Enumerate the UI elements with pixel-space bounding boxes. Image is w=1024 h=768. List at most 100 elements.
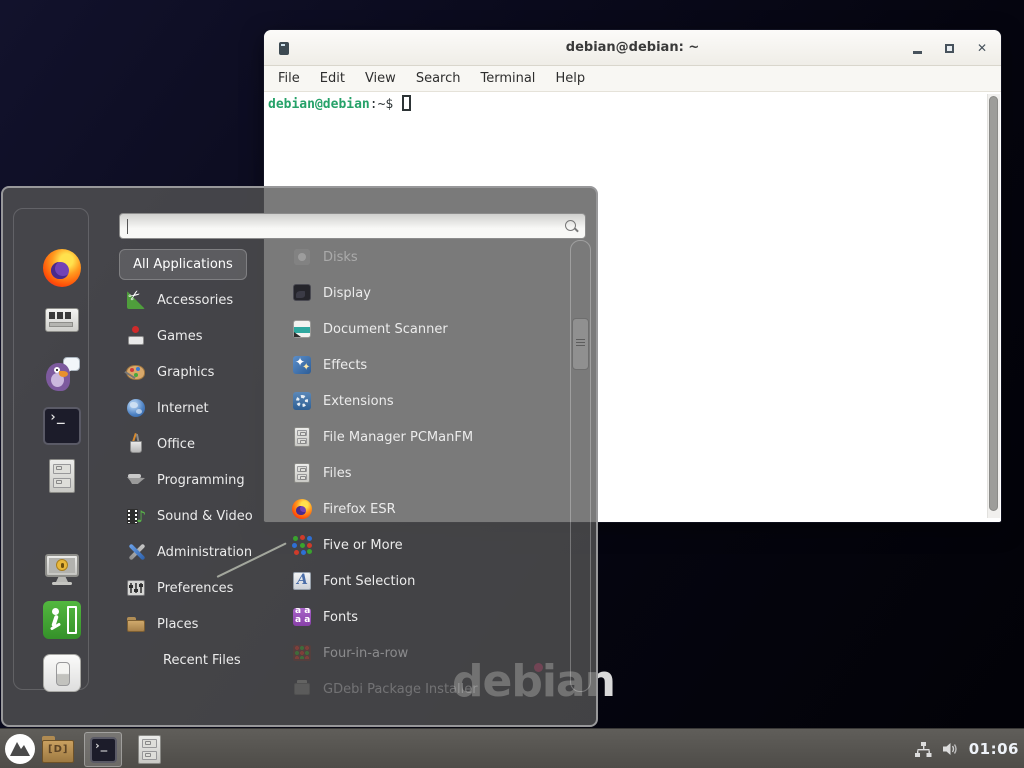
start-menu: All Applications Accessories Games Graph… xyxy=(1,186,598,727)
app-five-or-more[interactable]: Five or More xyxy=(287,527,559,563)
file-manager-icon xyxy=(291,426,313,448)
scanner-icon xyxy=(291,318,313,340)
menu-search[interactable]: Search xyxy=(406,71,471,86)
category-label: Recent Files xyxy=(163,653,241,668)
category-recent-files[interactable]: Recent Files xyxy=(119,642,291,678)
app-font-selection[interactable]: A Font Selection xyxy=(287,563,559,599)
volume-icon[interactable] xyxy=(941,740,960,758)
category-label: Programming xyxy=(157,473,245,488)
category-label: Office xyxy=(157,437,195,452)
category-label: Places xyxy=(157,617,198,632)
app-label: Fonts xyxy=(323,610,358,625)
terminal-prompt-line: debian@debian:~$ xyxy=(268,95,997,112)
network-icon[interactable] xyxy=(914,740,932,758)
terminal-window-title: debian@debian: ~ xyxy=(264,30,1001,66)
app-label: Extensions xyxy=(323,394,394,409)
category-all-applications[interactable]: All Applications xyxy=(119,249,247,280)
app-fonts[interactable]: a aa a Fonts xyxy=(287,599,559,635)
app-label: Font Selection xyxy=(323,574,415,589)
menu-file[interactable]: File xyxy=(268,71,310,86)
app-firefox-esr[interactable]: Firefox ESR xyxy=(287,491,559,527)
office-icon xyxy=(125,433,147,455)
terminal-favorite-icon[interactable] xyxy=(43,407,81,445)
app-label: Firefox ESR xyxy=(323,502,396,517)
category-sound-video[interactable]: ♪ Sound & Video xyxy=(119,498,291,534)
category-graphics[interactable]: Graphics xyxy=(119,354,291,390)
text-caret xyxy=(127,219,128,234)
effects-icon: ✦✦ xyxy=(291,354,313,376)
maximize-button[interactable] xyxy=(945,44,954,53)
menu-help[interactable]: Help xyxy=(545,71,595,86)
category-label: Sound & Video xyxy=(157,509,253,524)
shut-down-button[interactable] xyxy=(43,654,81,692)
app-disks[interactable]: Disks xyxy=(287,239,559,275)
app-list-scrollbar-thumb[interactable] xyxy=(572,318,589,370)
minimize-button[interactable] xyxy=(913,51,922,54)
app-label: Effects xyxy=(323,358,367,373)
gdebi-icon xyxy=(291,678,313,700)
terminal-titlebar[interactable]: debian@debian: ~ ✕ xyxy=(264,30,1001,66)
pidgin-favorite-icon[interactable] xyxy=(43,355,81,393)
font-selection-icon: A xyxy=(291,570,313,592)
app-list-scrollbar[interactable] xyxy=(570,240,591,692)
menu-search-input[interactable] xyxy=(120,214,585,238)
system-tray: 01:06 xyxy=(914,729,1019,768)
five-or-more-icon xyxy=(291,534,313,556)
app-label: Four-in-a-row xyxy=(323,646,408,661)
lock-screen-button[interactable] xyxy=(43,550,81,588)
category-accessories[interactable]: Accessories xyxy=(119,282,291,318)
window-buttons: ✕ xyxy=(913,30,987,66)
category-internet[interactable]: Internet xyxy=(119,390,291,426)
terminal-cursor xyxy=(402,95,411,111)
terminal-taskbar-button[interactable] xyxy=(84,732,122,767)
close-button[interactable]: ✕ xyxy=(977,42,987,54)
app-label: Display xyxy=(323,286,371,301)
category-places[interactable]: Places xyxy=(119,606,291,642)
category-label: Internet xyxy=(157,401,209,416)
menu-view[interactable]: View xyxy=(355,71,406,86)
app-files[interactable]: Files xyxy=(287,455,559,491)
app-file-manager-pcmanfm[interactable]: File Manager PCManFM xyxy=(287,419,559,455)
app-effects[interactable]: ✦✦ Effects xyxy=(287,347,559,383)
app-document-scanner[interactable]: Document Scanner xyxy=(287,311,559,347)
administration-icon xyxy=(125,541,147,563)
menu-button[interactable] xyxy=(4,733,36,765)
prompt-path: :~$ xyxy=(370,97,393,112)
terminal-scrollbar[interactable] xyxy=(987,94,1000,518)
display-icon xyxy=(291,282,313,304)
menu-logo-icon xyxy=(4,733,36,765)
internet-icon xyxy=(125,397,147,419)
menu-edit[interactable]: Edit xyxy=(310,71,355,86)
category-games[interactable]: Games xyxy=(119,318,291,354)
prompt-user-host: debian@debian xyxy=(268,97,370,112)
fonts-icon: a aa a xyxy=(291,606,313,628)
menu-terminal[interactable]: Terminal xyxy=(470,71,545,86)
files-icon xyxy=(291,462,313,484)
terminal-scrollbar-thumb[interactable] xyxy=(989,96,998,511)
app-label: Files xyxy=(323,466,352,481)
app-label: Document Scanner xyxy=(323,322,448,337)
control-center-favorite-icon[interactable] xyxy=(43,301,81,339)
app-label: GDebi Package Installer xyxy=(323,682,478,697)
clock[interactable]: 01:06 xyxy=(969,740,1019,758)
app-label: File Manager PCManFM xyxy=(323,430,473,445)
favorites-column xyxy=(13,208,89,690)
category-preferences[interactable]: Preferences xyxy=(119,570,291,606)
log-out-button[interactable] xyxy=(43,601,81,639)
app-gdebi-package-installer[interactable]: GDebi Package Installer xyxy=(287,671,559,707)
firefox-favorite-icon[interactable] xyxy=(43,249,81,287)
app-display[interactable]: Display xyxy=(287,275,559,311)
files-launcher[interactable] xyxy=(136,735,163,764)
app-label: Disks xyxy=(323,250,358,265)
category-label: Accessories xyxy=(157,293,233,308)
menu-search-box[interactable] xyxy=(119,213,586,239)
category-office[interactable]: Office xyxy=(119,426,291,462)
category-programming[interactable]: Programming xyxy=(119,462,291,498)
disks-icon xyxy=(291,246,313,268)
file-manager-favorite-icon[interactable] xyxy=(43,458,81,496)
app-four-in-a-row[interactable]: Four-in-a-row xyxy=(287,635,559,671)
programming-icon xyxy=(125,469,147,491)
desktop-folder-launcher[interactable]: [D] xyxy=(42,736,74,763)
graphics-icon xyxy=(125,361,147,383)
app-extensions[interactable]: Extensions xyxy=(287,383,559,419)
